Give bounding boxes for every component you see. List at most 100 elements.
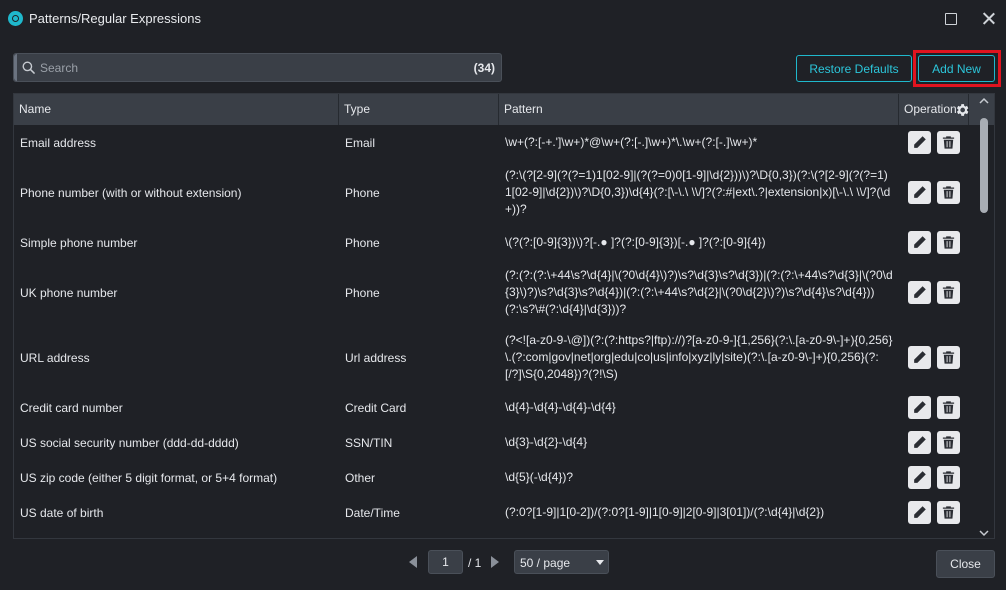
- maximize-icon[interactable]: [942, 10, 960, 28]
- pencil-icon: [914, 401, 926, 413]
- close-button[interactable]: Close: [936, 550, 995, 578]
- column-header-pattern[interactable]: Pattern: [499, 94, 899, 125]
- row-pattern: \d{3}-\d{2}-\d{4}: [505, 435, 588, 449]
- trash-icon: [942, 351, 955, 364]
- delete-button[interactable]: [937, 346, 960, 369]
- trash-icon: [942, 506, 955, 519]
- window-title: Patterns/Regular Expressions: [29, 11, 201, 26]
- pencil-icon: [913, 136, 926, 149]
- delete-button[interactable]: [937, 501, 960, 524]
- scrollbar-thumb[interactable]: [980, 118, 988, 213]
- row-pattern: (?:0?[1-9]|1[0-2])/(?:0?[1-9]|1[0-9]|2[0…: [505, 505, 825, 519]
- delete-button[interactable]: [937, 231, 960, 254]
- row-operations: [902, 390, 972, 425]
- row-type: Phone: [345, 285, 380, 300]
- search-box: (34): [13, 53, 502, 82]
- column-header-name[interactable]: Name: [14, 94, 339, 125]
- search-icon: [22, 61, 35, 74]
- pencil-icon: [914, 286, 926, 298]
- delete-button[interactable]: [937, 281, 960, 304]
- row-name: UK phone number: [20, 285, 118, 300]
- row-pattern: (?:\(?[2-9](?(?=1)1[02-9]|(?(?=0)0[1-9]|…: [505, 168, 891, 216]
- trash-icon: [942, 471, 955, 484]
- patterns-table: Name Type Pattern Operation Email addres…: [13, 93, 995, 539]
- gear-icon[interactable]: [954, 102, 970, 118]
- row-operations: [902, 225, 972, 260]
- row-name: Simple phone number: [20, 235, 138, 250]
- row-type: Other: [345, 470, 376, 485]
- row-type: Url address: [345, 350, 407, 365]
- delete-button[interactable]: [937, 131, 960, 154]
- chevron-down-icon[interactable]: [979, 528, 989, 538]
- edit-button[interactable]: [908, 396, 931, 419]
- row-type: Date/Time: [345, 505, 400, 520]
- app-logo-icon: [8, 11, 23, 26]
- row-name: Credit card number: [20, 400, 123, 415]
- edit-button[interactable]: [908, 231, 931, 254]
- row-pattern: \d{4}-\d{4}-\d{4}-\d{4}: [505, 400, 616, 414]
- table-row: Credit card number Credit Card \d{4}-\d{…: [14, 390, 976, 425]
- row-type: SSN/TIN: [345, 435, 393, 450]
- edit-button[interactable]: [908, 466, 931, 489]
- edit-button[interactable]: [908, 281, 931, 304]
- page-size-value: 50 / page: [520, 556, 571, 570]
- row-operations: [902, 160, 972, 225]
- row-name: US social security number (ddd-dd-dddd): [20, 435, 239, 450]
- column-header-type[interactable]: Type: [339, 94, 499, 125]
- edit-button[interactable]: [908, 181, 931, 204]
- search-input[interactable]: [40, 58, 460, 78]
- edit-button[interactable]: [908, 131, 931, 154]
- delete-button[interactable]: [937, 181, 960, 204]
- row-operations: [902, 460, 972, 495]
- row-type: Phone: [345, 235, 380, 250]
- table-row: Simple phone number Phone \(?(?:[0-9]{3}…: [14, 225, 976, 260]
- delete-button[interactable]: [937, 396, 960, 419]
- table-row: US zip code (either 5 digit format, or 5…: [14, 460, 976, 495]
- row-pattern: (?<![a-z0-9-\@])(?:(?:https?|ftp)://)?[a…: [505, 333, 893, 381]
- chevron-up-icon[interactable]: [979, 96, 989, 106]
- title-bar: Patterns/Regular Expressions: [0, 0, 1006, 38]
- search-result-count: (34): [473, 61, 495, 75]
- row-pattern: \(?(?:[0-9]{3})\)?[-.● ]?(?:[0-9]{3})[-.…: [505, 235, 766, 249]
- table-row: UK phone number Phone (?:(?:(?:\+44\s?\d…: [14, 260, 976, 325]
- edit-button[interactable]: [908, 501, 931, 524]
- row-name: URL address: [20, 350, 90, 365]
- page-number-input[interactable]: [428, 550, 463, 574]
- close-icon[interactable]: [980, 10, 998, 28]
- row-name: Phone number (with or without extension): [20, 185, 242, 200]
- row-name: US date of birth: [20, 505, 104, 520]
- row-operations: [902, 260, 972, 325]
- row-pattern: \d{5}(-\d{4})?: [505, 470, 574, 484]
- table-row: Phone number (with or without extension)…: [14, 160, 976, 225]
- row-operations: [902, 325, 972, 390]
- trash-icon: [942, 286, 955, 299]
- pencil-icon: [914, 186, 926, 198]
- row-pattern: \w+(?:[-+.']\w+)*@\w+(?:[-.]\w+)*\.\w+(?…: [505, 135, 758, 149]
- row-operations: [902, 425, 972, 460]
- row-pattern: (?:(?:(?:\+44\s?\d{4}|\(?0\d{4}\)?)\s?\d…: [505, 268, 893, 316]
- edit-button[interactable]: [908, 431, 931, 454]
- trash-icon: [942, 436, 955, 449]
- previous-page-icon[interactable]: [408, 556, 418, 568]
- delete-button[interactable]: [937, 431, 960, 454]
- edit-button[interactable]: [908, 346, 931, 369]
- vertical-scrollbar[interactable]: [976, 96, 992, 539]
- page-size-select[interactable]: 50 / page: [514, 550, 609, 574]
- table-header: Name Type Pattern Operation: [14, 94, 994, 125]
- next-page-icon[interactable]: [490, 556, 500, 568]
- pencil-icon: [914, 436, 926, 448]
- row-type: Email: [345, 135, 376, 150]
- restore-defaults-button[interactable]: Restore Defaults: [796, 55, 912, 82]
- trash-icon: [942, 236, 955, 249]
- pencil-icon: [914, 471, 926, 483]
- row-operations: [902, 125, 972, 160]
- row-operations: [902, 495, 972, 530]
- trash-icon: [942, 136, 955, 149]
- row-name: US zip code (either 5 digit format, or 5…: [20, 470, 278, 485]
- add-new-button[interactable]: Add New: [918, 55, 995, 82]
- page-total: / 1: [468, 556, 482, 570]
- table-row: US date of birth Date/Time (?:0?[1-9]|1[…: [14, 495, 976, 530]
- pencil-icon: [914, 236, 926, 248]
- delete-button[interactable]: [937, 466, 960, 489]
- pencil-icon: [914, 351, 926, 363]
